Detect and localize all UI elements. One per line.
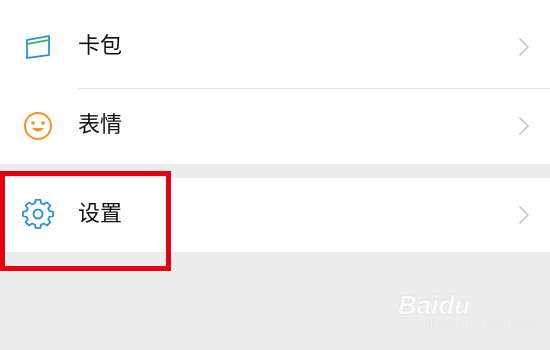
menu-item-label: 卡包	[78, 34, 123, 59]
menu-item-card-wallet[interactable]: 卡包	[0, 10, 550, 84]
smiley-face-icon	[22, 110, 54, 142]
chevron-right-icon	[518, 37, 530, 57]
gear-icon	[22, 199, 54, 231]
chevron-right-icon	[518, 205, 530, 225]
card-wallet-icon	[22, 31, 54, 63]
baidu-watermark: Baidu jingyan.baidu.com	[396, 288, 538, 332]
chevron-right-icon	[518, 116, 530, 136]
menu-item-settings[interactable]: 设置	[0, 178, 550, 252]
watermark-url: jingyan.baidu.com	[430, 318, 540, 329]
menu-group-bottom: 设置	[0, 178, 550, 252]
menu-item-label: 表情	[78, 113, 123, 138]
menu-group-top: 卡包 表情	[0, 0, 550, 164]
menu-item-label: 设置	[78, 202, 123, 227]
watermark-logo-text: Baidu	[398, 290, 471, 320]
menu-item-stickers[interactable]: 表情	[0, 89, 550, 163]
